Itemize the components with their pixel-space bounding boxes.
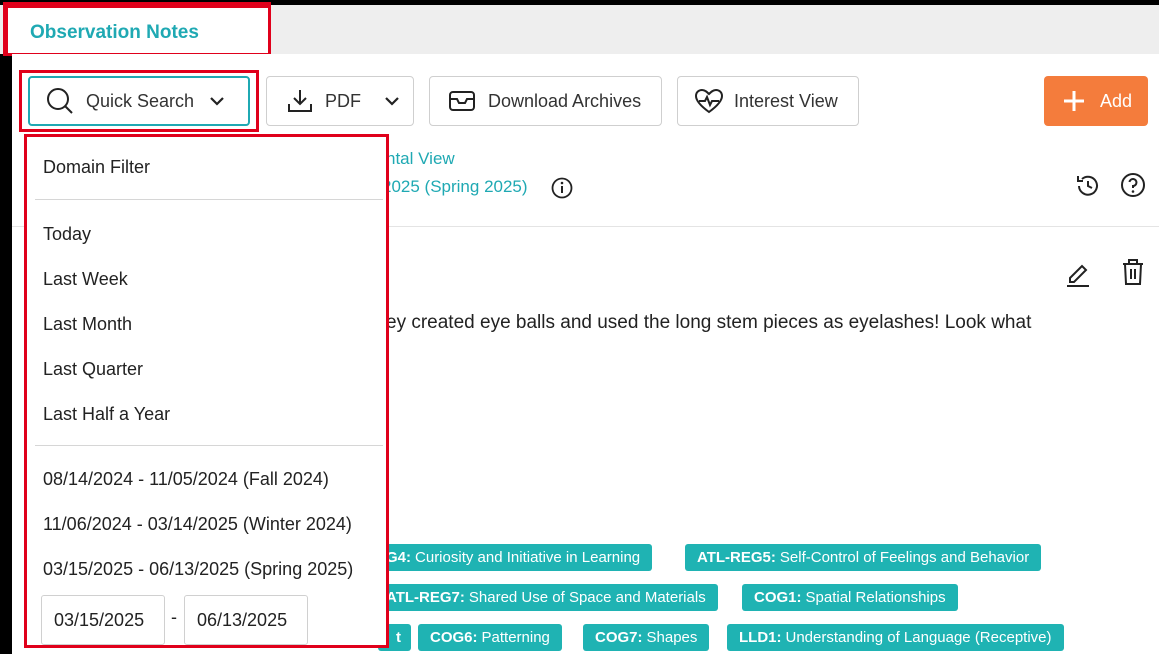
add-button[interactable]: Add — [1044, 76, 1148, 126]
download-archives-label: Download Archives — [488, 90, 642, 111]
menu-separator — [35, 445, 383, 446]
chip-label: Shared Use of Space and Materials — [468, 589, 706, 606]
menu-item-range-fall-2024[interactable]: 08/14/2024 - 11/05/2024 (Fall 2024) — [43, 469, 329, 490]
tab-title: Observation Notes — [30, 22, 199, 43]
heart-pulse-icon — [694, 88, 724, 114]
menu-separator — [35, 199, 383, 200]
archive-icon — [449, 91, 475, 111]
date-range-separator: - — [171, 607, 177, 627]
chip-label: Spatial Relationships — [805, 589, 946, 606]
menu-item-range-winter-2024[interactable]: 11/06/2024 - 03/14/2025 (Winter 2024) — [43, 514, 352, 535]
help-icon[interactable] — [1120, 172, 1146, 198]
download-archives-button[interactable]: Download Archives — [429, 76, 662, 126]
menu-item-last-week[interactable]: Last Week — [43, 269, 128, 290]
chip-label: Self-Control of Feelings and Behavior — [779, 549, 1030, 566]
trash-icon[interactable] — [1121, 258, 1145, 286]
start-date-input[interactable]: 03/15/2025 — [41, 595, 165, 645]
menu-item-domain-filter[interactable]: Domain Filter — [43, 157, 150, 178]
domain-chip: ATL-REG7: Shared Use of Space and Materia… — [378, 584, 718, 611]
menu-item-last-half-year[interactable]: Last Half a Year — [43, 404, 170, 425]
pdf-button[interactable]: PDF — [266, 76, 414, 126]
menu-item-range-spring-2025[interactable]: 03/15/2025 - 06/13/2025 (Spring 2025) — [43, 559, 353, 580]
quick-search-dropdown: Domain Filter Today Last Week Last Month… — [24, 134, 389, 648]
history-icon[interactable] — [1075, 173, 1101, 199]
interest-view-button[interactable]: Interest View — [677, 76, 859, 126]
plus-icon — [1064, 91, 1084, 111]
domain-chip: LLD1: Understanding of Language (Receptiv… — [727, 624, 1064, 651]
search-icon — [47, 88, 73, 114]
chip-label: Curiosity and Initiative in Learning — [415, 549, 641, 566]
chip-code: COG1: — [754, 589, 802, 606]
chevron-down-icon — [210, 97, 224, 106]
chevron-down-icon — [385, 97, 399, 106]
quick-search-button[interactable]: Quick Search — [28, 76, 250, 126]
edit-icon[interactable] — [1065, 259, 1091, 287]
chip-code: t — [396, 629, 401, 646]
domain-chip: ATL-REG5: Self-Control of Feelings and Be… — [685, 544, 1042, 571]
chip-label: Understanding of Language (Receptive) — [785, 629, 1052, 646]
menu-item-last-quarter[interactable]: Last Quarter — [43, 359, 143, 380]
chip-code: G4: — [386, 549, 412, 566]
chip-code: COG6: — [430, 629, 478, 646]
chip-code: ATL-REG5: — [697, 549, 776, 566]
period-link[interactable]: 2025 (Spring 2025) — [382, 177, 528, 197]
end-date-input[interactable]: 06/13/2025 — [184, 595, 308, 645]
menu-item-last-month[interactable]: Last Month — [43, 314, 132, 335]
chip-code: LLD1: — [739, 629, 782, 646]
add-label: Add — [1100, 90, 1133, 111]
chip-code: ATL-REG7: — [386, 589, 465, 606]
view-link[interactable]: ntal View — [386, 149, 455, 169]
chip-label: Patterning — [481, 629, 550, 646]
observation-note-text: ey created eye balls and used the long s… — [386, 312, 1032, 333]
domain-chip: G4: Curiosity and Initiative in Learning — [378, 544, 653, 571]
menu-item-today[interactable]: Today — [43, 224, 91, 245]
domain-chip: COG7: Shapes — [583, 624, 710, 651]
chip-code: COG7: — [595, 629, 643, 646]
chip-label: Shapes — [646, 629, 698, 646]
tab-observation-notes[interactable]: Observation Notes — [5, 5, 270, 54]
domain-chip: COG6: Patterning — [418, 624, 562, 651]
download-icon — [288, 90, 312, 112]
domain-chip: COG1: Spatial Relationships — [742, 584, 958, 611]
pdf-label: PDF — [325, 90, 361, 111]
interest-view-label: Interest View — [734, 90, 838, 111]
info-icon[interactable] — [551, 177, 573, 199]
quick-search-label: Quick Search — [86, 90, 195, 111]
